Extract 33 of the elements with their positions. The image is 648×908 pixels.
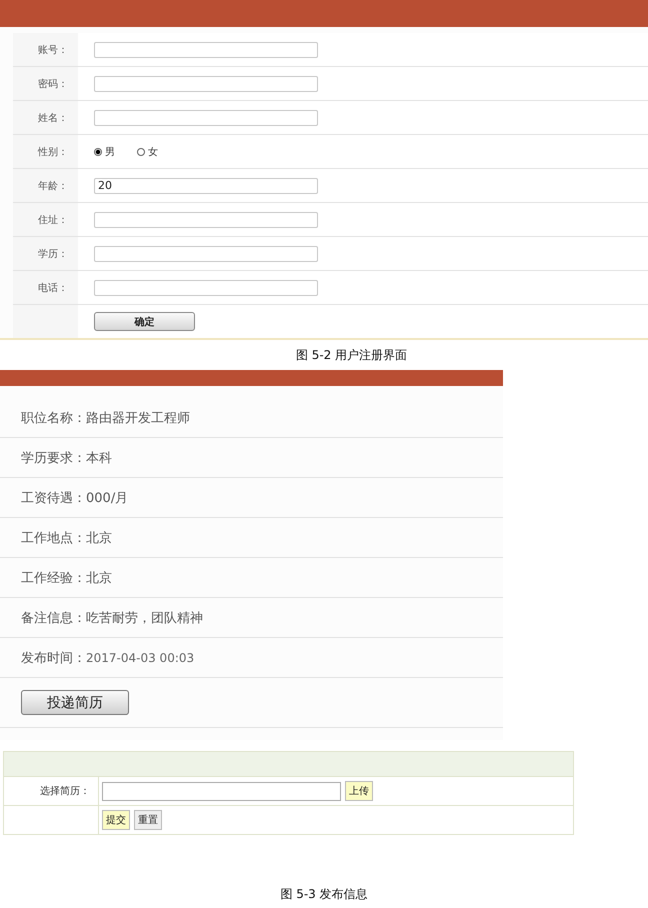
reset-button[interactable]: 重置: [134, 810, 162, 830]
label-cell: 性别：: [13, 135, 78, 168]
confirm-button[interactable]: 确定: [94, 312, 195, 331]
figure-caption: 图 5-3 发布信息: [280, 887, 368, 901]
detail-text: 学历要求：本科: [21, 450, 112, 466]
label-cell: 账号：: [13, 33, 78, 66]
label-cell: 住址：: [13, 203, 78, 236]
file-input-field[interactable]: [102, 782, 341, 800]
input-field[interactable]: [94, 246, 318, 262]
submit-button[interactable]: 提交: [102, 810, 130, 830]
figure-caption: 图 5-2 用户注册界面: [296, 346, 408, 364]
input-field[interactable]: [94, 280, 318, 296]
label-cell: 姓名：: [13, 101, 78, 134]
detail-text: 工资待遇：000/月: [21, 490, 128, 506]
detail-text: 工作经验：北京: [21, 570, 112, 586]
label-cell: 电话：: [13, 271, 78, 304]
detail-text: 职位名称：路由器开发工程师: [21, 410, 190, 426]
input-field[interactable]: [94, 76, 318, 92]
label-cell: 学历：: [13, 237, 78, 270]
detail-text: 发布时间：2017-04-03 00:03: [21, 650, 194, 666]
input-field[interactable]: 20: [94, 178, 318, 194]
radio-option[interactable]: 女: [137, 144, 158, 158]
input-field[interactable]: [94, 110, 318, 126]
label-cell: 年龄：: [13, 169, 78, 202]
apply-button[interactable]: 投递简历: [21, 690, 129, 715]
upload-button[interactable]: 上传: [345, 781, 373, 801]
field-label: 选择简历：: [40, 784, 90, 798]
radio-option[interactable]: 男: [94, 144, 115, 158]
input-field[interactable]: [94, 212, 318, 228]
detail-text: 工作地点：北京: [21, 530, 112, 546]
label-cell: 密码：: [13, 67, 78, 100]
input-field[interactable]: [94, 42, 318, 58]
detail-text: 备注信息：吃苦耐劳，团队精神: [21, 610, 203, 626]
